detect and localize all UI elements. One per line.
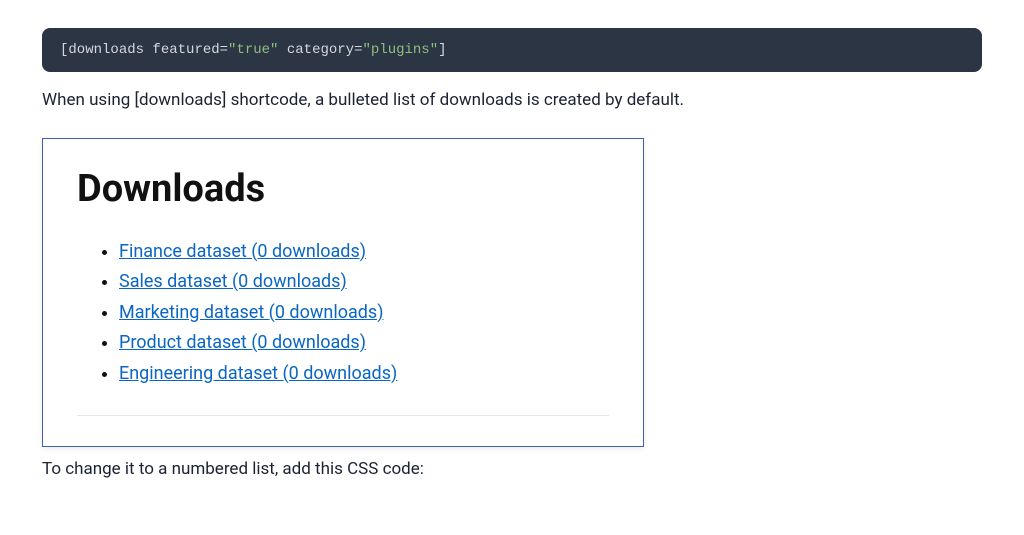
download-link[interactable]: Sales dataset (0 downloads) (119, 271, 347, 292)
code-block: [downloads featured="true" category="plu… (42, 28, 982, 72)
list-item: Engineering dataset (0 downloads) (119, 359, 609, 390)
divider (77, 415, 609, 416)
download-link[interactable]: Finance dataset (0 downloads) (119, 241, 366, 262)
code-attr1-key: featured= (144, 42, 228, 58)
example-heading: Downloads (77, 167, 609, 211)
download-link[interactable]: Product dataset (0 downloads) (119, 332, 366, 353)
code-attr2-val: "plugins" (362, 42, 438, 58)
list-item: Product dataset (0 downloads) (119, 328, 609, 359)
list-item: Marketing dataset (0 downloads) (119, 298, 609, 329)
code-close-bracket: ] (438, 42, 446, 58)
example-box: Downloads Finance dataset (0 downloads) … (42, 138, 644, 448)
downloads-list: Finance dataset (0 downloads) Sales data… (77, 237, 609, 390)
intro-paragraph: When using [downloads] shortcode, a bull… (42, 88, 982, 114)
code-attr2-key: category= (278, 42, 362, 58)
download-link[interactable]: Engineering dataset (0 downloads) (119, 363, 397, 384)
outro-paragraph: To change it to a numbered list, add thi… (42, 457, 982, 483)
list-item: Finance dataset (0 downloads) (119, 237, 609, 268)
code-attr1-val: "true" (228, 42, 278, 58)
download-link[interactable]: Marketing dataset (0 downloads) (119, 302, 383, 323)
list-item: Sales dataset (0 downloads) (119, 267, 609, 298)
code-tag: downloads (68, 42, 144, 58)
